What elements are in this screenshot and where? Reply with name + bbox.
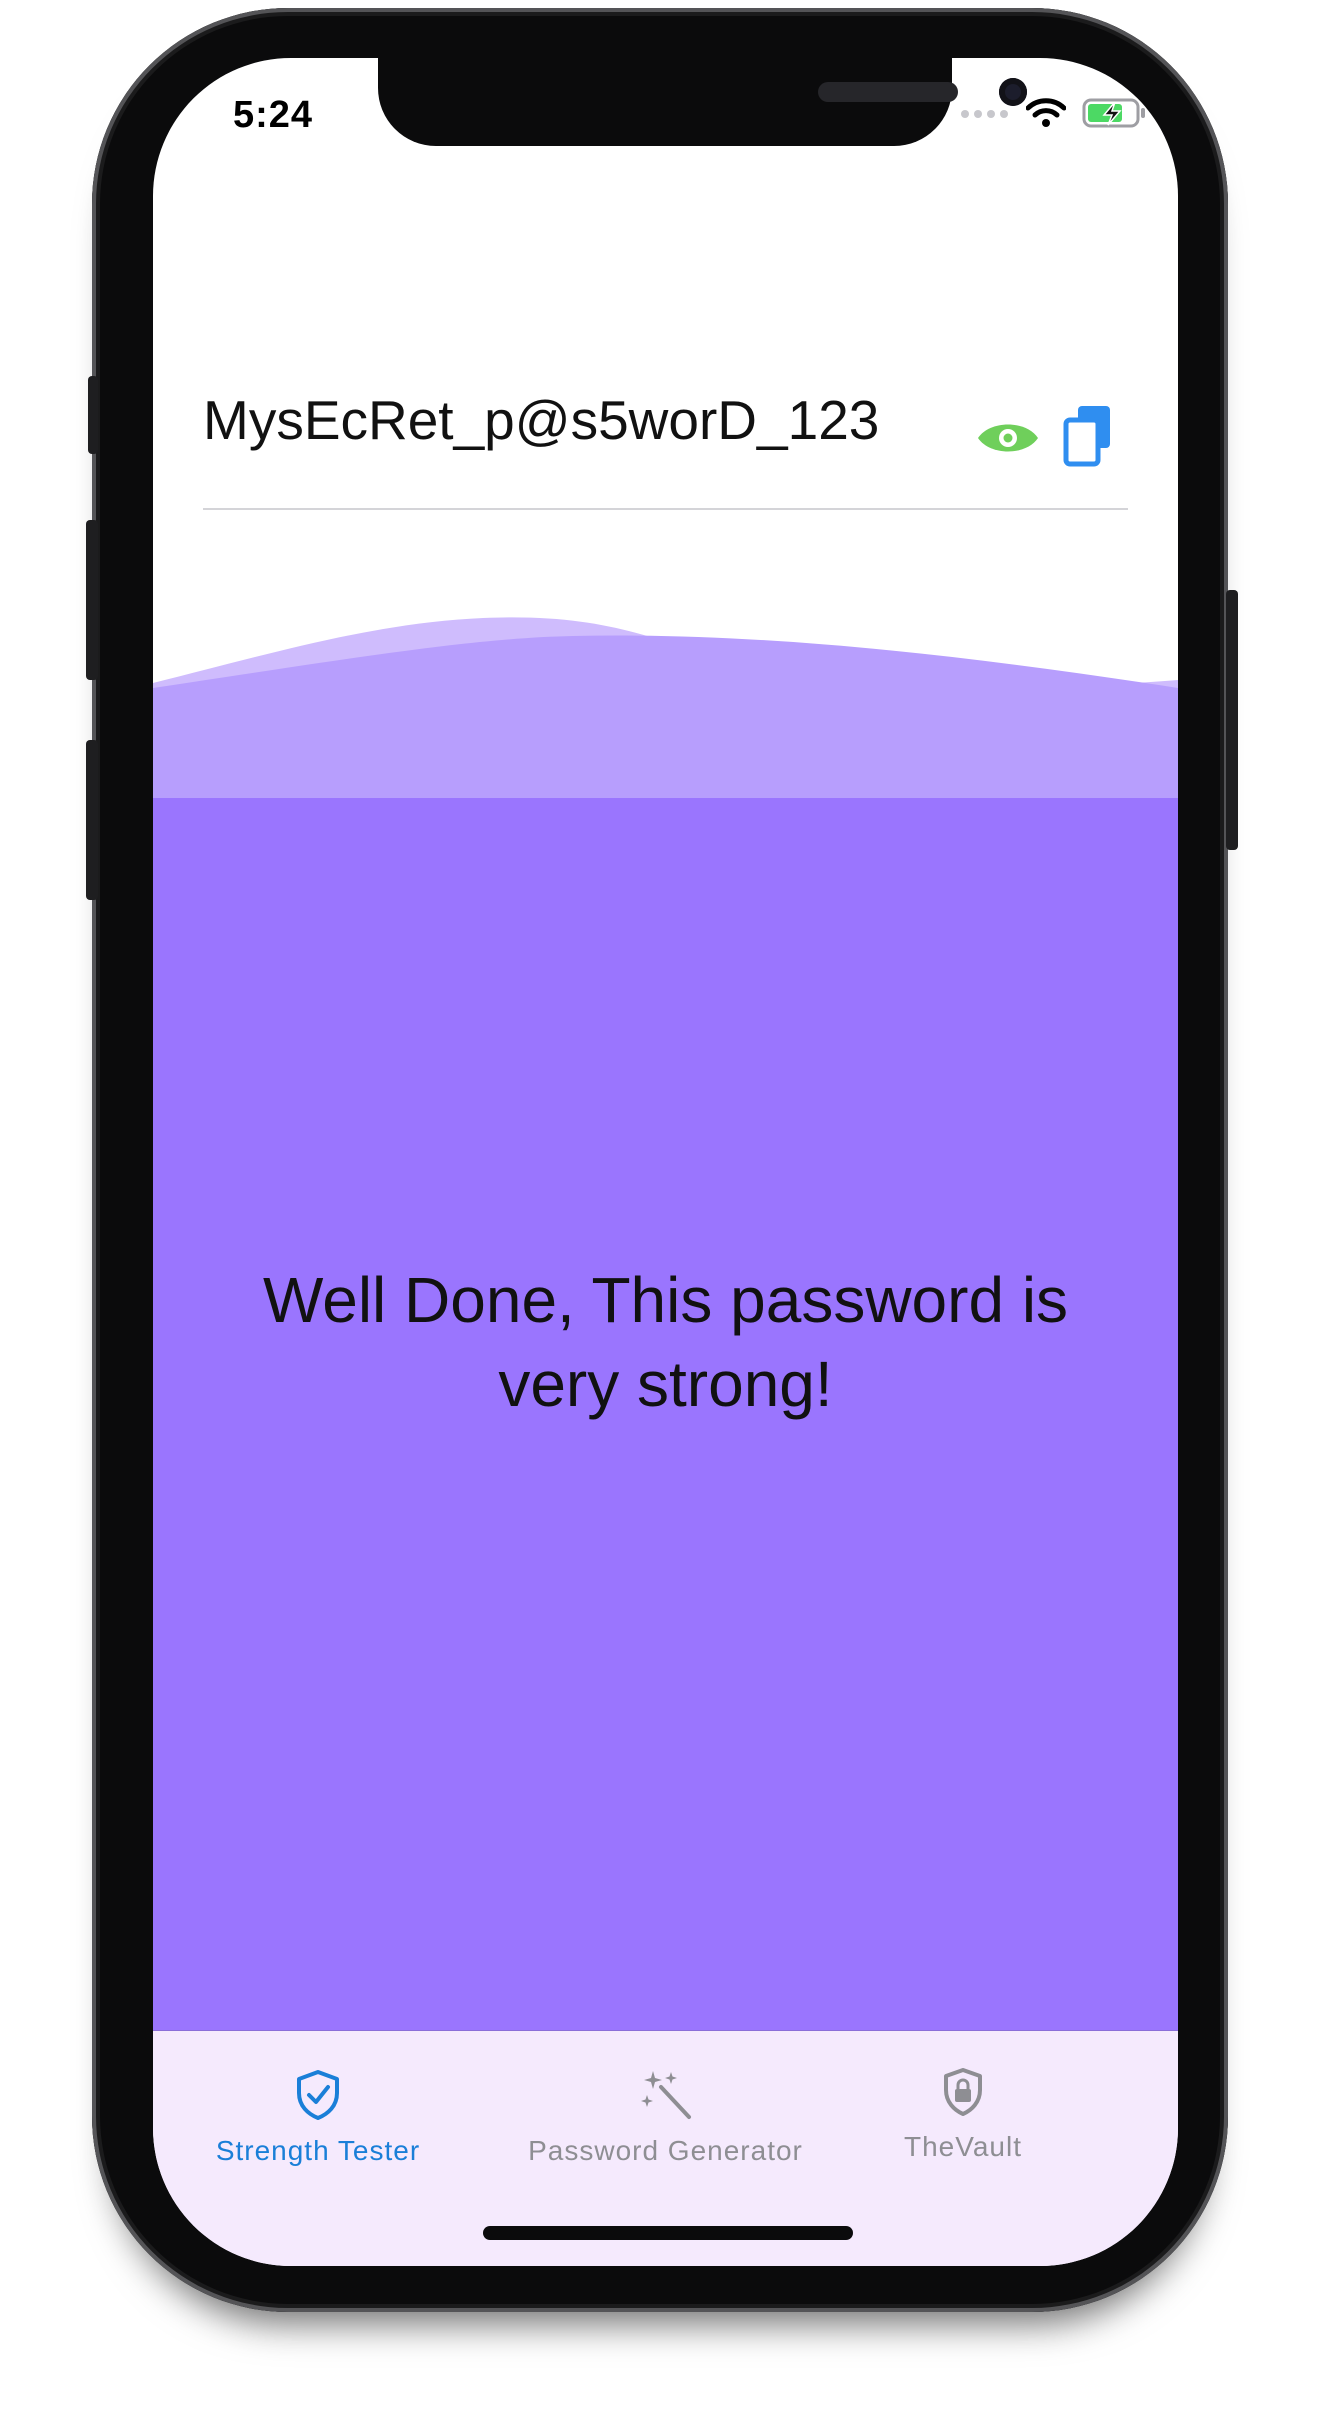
input-underline (203, 508, 1128, 510)
tab-strength-tester[interactable]: Strength Tester (193, 2031, 443, 2181)
battery-charging-icon (1082, 98, 1148, 133)
silent-switch (88, 376, 98, 454)
tab-thevault[interactable]: TheVault (873, 2031, 1053, 2181)
copy-icon (1062, 404, 1114, 473)
volume-up-button (86, 520, 98, 680)
eye-icon (976, 418, 1040, 463)
tab-label-strength-tester: Strength Tester (215, 2135, 421, 2166)
strength-message: Well Done, This password is very strong! (262, 1264, 1069, 1420)
copy-password-button[interactable] (1058, 402, 1118, 474)
tab-label-password-generator: Password Generator (528, 2135, 803, 2166)
tab-password-generator[interactable]: Password Generator (503, 2031, 828, 2181)
show-password-button[interactable] (976, 408, 1040, 472)
notch (378, 58, 1027, 146)
strength-fill (153, 798, 1178, 2100)
volume-down-button (86, 740, 98, 900)
home-indicator[interactable] (483, 2226, 853, 2240)
front-camera (999, 78, 1027, 106)
status-icons (960, 98, 1148, 133)
wifi-icon (1025, 98, 1067, 133)
power-button (1226, 590, 1238, 850)
shield-check-icon (295, 2057, 341, 2121)
password-input[interactable]: MysEcRet_p@s5worD_123 (203, 388, 879, 452)
earpiece-speaker (818, 82, 958, 102)
app-screen: 5:24 MysEcRet_p@s5worD_123 Well Done, Th… (153, 58, 1178, 2266)
tab-label-thevault: TheVault (904, 2131, 1022, 2162)
strength-wave (153, 617, 1178, 818)
lock-shield-icon (942, 2053, 984, 2117)
status-time: 5:24 (233, 94, 314, 136)
magic-wand-icon (639, 2057, 693, 2121)
cellular-signal-icon (960, 107, 1010, 125)
